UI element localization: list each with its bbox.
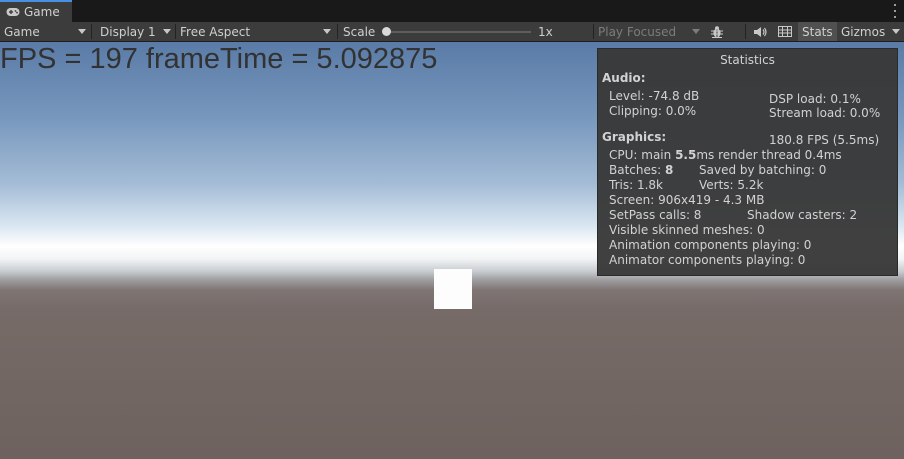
batches-value: 8 [665,163,674,177]
tab-game[interactable]: Game [0,0,72,22]
game-toolbar: Game Display 1 Free Aspect Scale 1x Play… [0,22,904,42]
dsp-load: DSP load: 0.1% [769,92,861,106]
white-cube [434,269,472,309]
saved-by-batching: Saved by batching: 0 [699,163,827,177]
graphics-fps: 180.8 FPS (5.5ms) [769,133,880,147]
aspect-label: Free Aspect [180,24,251,39]
audio-mute-icon[interactable] [749,22,771,41]
chevron-down-icon [892,29,900,34]
batches-stat: Batches: 8 [609,163,673,178]
chevron-down-icon [692,29,700,34]
display-dropdown[interactable]: Display 1 [96,22,175,41]
scale-value: 1x [538,24,553,39]
play-mode-dropdown[interactable]: Play Focused [594,22,704,41]
setpass-stat: SetPass calls: 8 [609,208,702,222]
more-options-icon[interactable] [892,4,898,18]
stream-load: Stream load: 0.0% [769,106,881,120]
bug-icon[interactable] [706,22,728,41]
view-mode-dropdown[interactable]: Game [0,22,90,41]
view-mode-label: Game [4,24,40,39]
graphics-header: Graphics: [602,130,667,144]
tab-bar: Game [0,0,904,22]
audio-clipping: Clipping: 0.0% [609,104,697,118]
verts-stat: Verts: 5.2k [699,178,764,192]
aspect-dropdown[interactable]: Free Aspect [176,22,335,41]
audio-header: Audio: [602,71,646,85]
stats-toggle-button[interactable]: Stats [798,22,837,41]
scale-label: Scale [343,24,376,39]
statistics-panel: Statistics Audio: Level: -74.8 dB Clippi… [597,48,898,276]
toolbar-divider [91,24,92,39]
toolbar-divider [337,24,338,39]
screen-stat: Screen: 906x419 - 4.3 MB [609,193,765,207]
statistics-title: Statistics [720,53,775,67]
scale-slider[interactable] [386,31,531,33]
scale-slider-handle[interactable] [381,27,391,36]
cpu-stats: CPU: main 5.5ms render thread 0.4ms [609,148,842,163]
audio-level: Level: -74.8 dB [609,89,700,103]
cpu-suffix: ms render thread 0.4ms [696,148,842,162]
chevron-down-icon [323,29,331,34]
chevron-down-icon [163,29,171,34]
stats-toggle-label: Stats [802,24,833,39]
tab-game-label: Game [24,5,60,19]
cpu-prefix: CPU: main [609,148,676,162]
gamepad-icon [6,7,20,17]
display-label: Display 1 [100,24,156,39]
toolbar-divider [745,24,746,39]
gizmos-label: Gizmos [841,24,886,39]
skinned-meshes-stat: Visible skinned meshes: 0 [609,223,765,237]
play-mode-label: Play Focused [598,24,677,39]
animator-components-stat: Animator components playing: 0 [609,253,806,267]
tris-stat: Tris: 1.8k [609,178,663,192]
shadow-casters-stat: Shadow casters: 2 [747,208,858,222]
shortcuts-grid-icon[interactable] [774,22,796,41]
gizmos-dropdown[interactable]: Gizmos [837,22,904,41]
chevron-down-icon [78,29,86,34]
batches-prefix: Batches: [609,163,665,177]
cpu-main-time: 5.5 [675,148,697,162]
fps-readout: FPS = 197 frameTime = 5.092875 [0,43,438,75]
animation-components-stat: Animation components playing: 0 [609,238,812,252]
game-window: Game Game Display 1 Free Aspect Scale 1x… [0,0,904,459]
